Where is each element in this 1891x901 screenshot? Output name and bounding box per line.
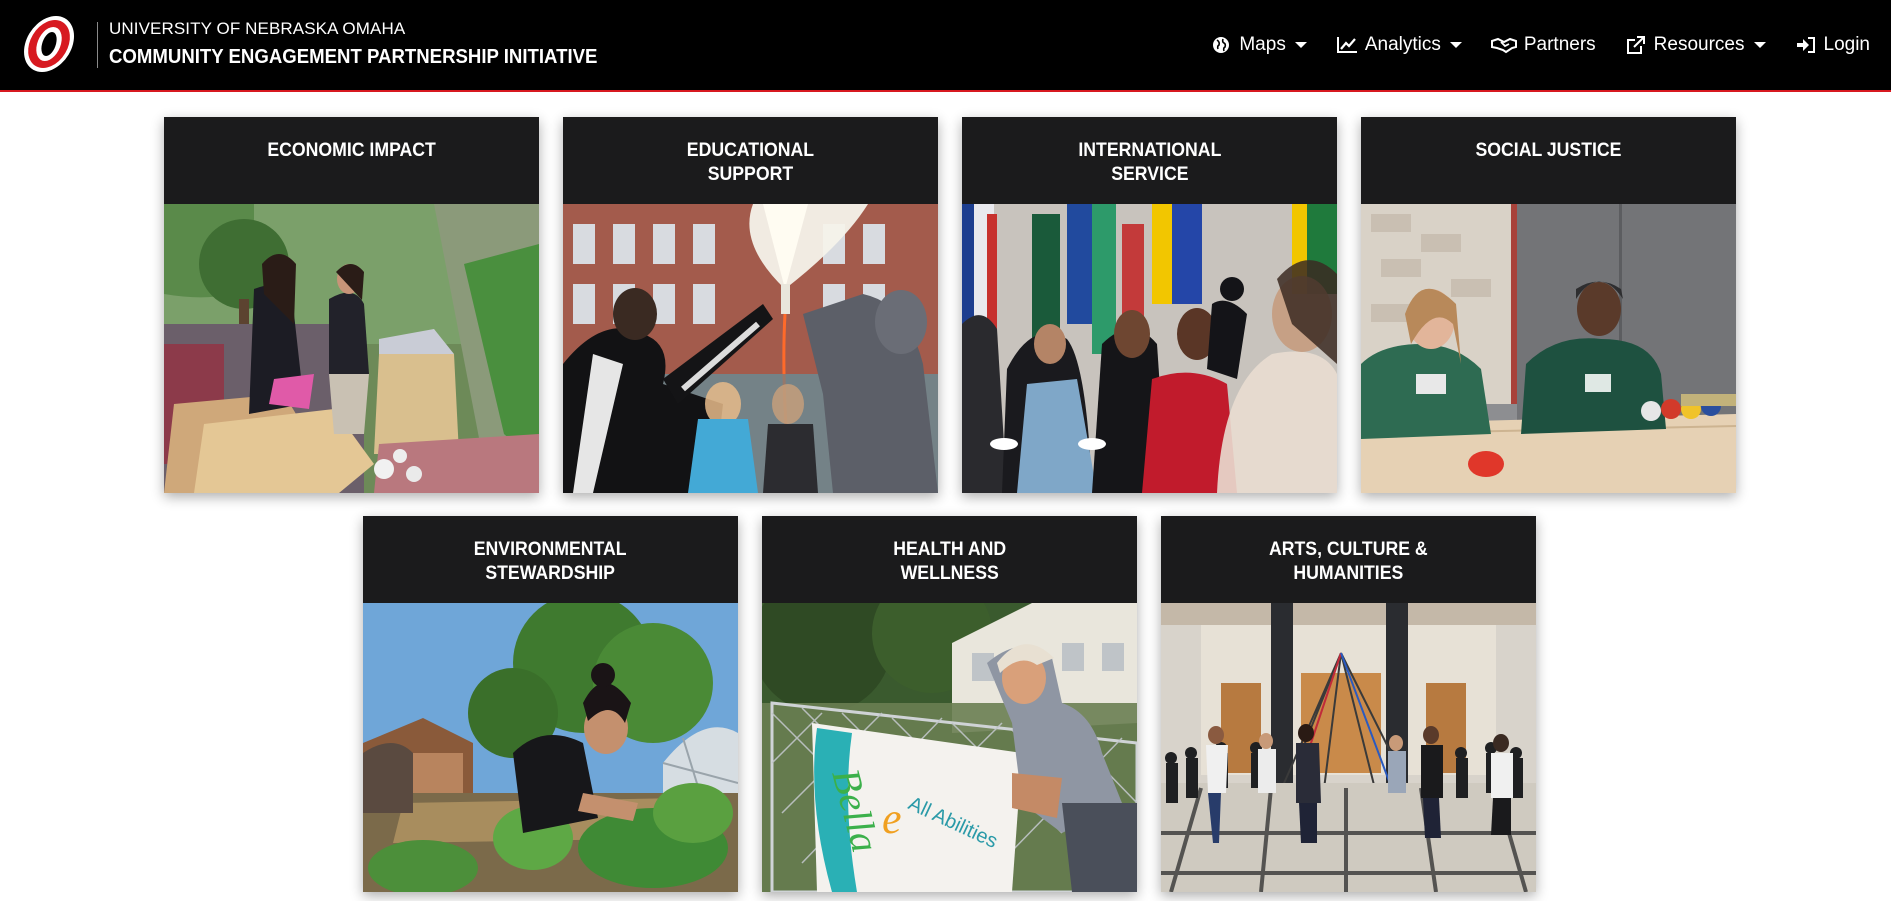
nav-partners-label: Partners bbox=[1523, 34, 1596, 55]
nav-maps-label: Maps bbox=[1239, 34, 1286, 55]
top-navbar: UNIVERSITY OF NEBRASKA OMAHA COMMUNITY E… bbox=[0, 0, 1891, 92]
university-name: UNIVERSITY OF NEBRASKA OMAHA bbox=[109, 19, 406, 38]
brand-divider bbox=[97, 22, 98, 68]
globe-icon bbox=[1210, 35, 1232, 55]
health-and-wellness-photo: Bella e All Abilities bbox=[762, 603, 1137, 892]
card-title: HEALTH AND WELLNESS bbox=[893, 539, 1006, 584]
card-header: EDUCATIONAL SUPPORT bbox=[563, 117, 938, 204]
sign-in-icon bbox=[1795, 35, 1817, 55]
main-nav: Maps Analytics Partners Resources Login bbox=[1181, 34, 1870, 56]
card-health-and-wellness[interactable]: HEALTH AND WELLNESS Bella e All Abilitie… bbox=[762, 516, 1137, 892]
arts-culture-humanities-photo bbox=[1161, 603, 1536, 892]
card-header: ENVIRONMENTAL STEWARDSHIP bbox=[363, 516, 738, 603]
external-link-icon bbox=[1625, 35, 1647, 55]
uno-logo[interactable] bbox=[17, 12, 81, 76]
card-header: HEALTH AND WELLNESS bbox=[762, 516, 1137, 603]
initiative-title[interactable]: COMMUNITY ENGAGEMENT PARTNERSHIP INITIAT… bbox=[109, 46, 597, 69]
card-title: ECONOMIC IMPACT bbox=[267, 140, 436, 161]
social-justice-photo bbox=[1361, 204, 1736, 493]
card-header: ARTS, CULTURE & HUMANITIES bbox=[1161, 516, 1536, 603]
card-header: INTERNATIONAL SERVICE bbox=[962, 117, 1337, 204]
nav-resources-label: Resources bbox=[1653, 34, 1745, 55]
line-chart-icon bbox=[1336, 35, 1358, 55]
chevron-down-icon bbox=[1294, 42, 1307, 48]
card-environmental-stewardship[interactable]: ENVIRONMENTAL STEWARDSHIP bbox=[363, 516, 738, 892]
card-title: ENVIRONMENTAL STEWARDSHIP bbox=[474, 539, 627, 584]
nav-login-label: Login bbox=[1823, 34, 1871, 55]
card-title: SOCIAL JUSTICE bbox=[1475, 140, 1622, 161]
card-international-service[interactable]: INTERNATIONAL SERVICE bbox=[962, 117, 1337, 493]
card-economic-impact[interactable]: ECONOMIC IMPACT bbox=[164, 117, 539, 493]
nav-partners-link[interactable]: Partners bbox=[1490, 34, 1596, 56]
card-arts-culture-humanities[interactable]: ARTS, CULTURE & HUMANITIES bbox=[1161, 516, 1536, 892]
card-social-justice[interactable]: SOCIAL JUSTICE bbox=[1361, 117, 1736, 493]
chevron-down-icon bbox=[1449, 42, 1462, 48]
nav-analytics-label: Analytics bbox=[1364, 34, 1441, 55]
economic-impact-photo bbox=[164, 204, 539, 493]
nav-login-link[interactable]: Login bbox=[1795, 34, 1871, 56]
card-educational-support[interactable]: EDUCATIONAL SUPPORT bbox=[563, 117, 938, 493]
card-header: SOCIAL JUSTICE bbox=[1361, 117, 1736, 204]
chevron-down-icon bbox=[1753, 42, 1766, 48]
nav-maps-dropdown[interactable]: Maps bbox=[1210, 34, 1307, 56]
card-title: EDUCATIONAL SUPPORT bbox=[686, 140, 815, 185]
card-title: ARTS, CULTURE & HUMANITIES bbox=[1269, 539, 1428, 584]
card-title: INTERNATIONAL SERVICE bbox=[1078, 140, 1221, 185]
nav-resources-dropdown[interactable]: Resources bbox=[1625, 34, 1766, 56]
educational-support-photo bbox=[563, 204, 938, 493]
environmental-stewardship-photo bbox=[363, 603, 738, 892]
card-header: ECONOMIC IMPACT bbox=[164, 117, 539, 204]
handshake-icon bbox=[1490, 35, 1517, 55]
nav-analytics-dropdown[interactable]: Analytics bbox=[1336, 34, 1462, 56]
svg-text:e: e bbox=[882, 794, 902, 843]
international-service-photo bbox=[962, 204, 1337, 493]
